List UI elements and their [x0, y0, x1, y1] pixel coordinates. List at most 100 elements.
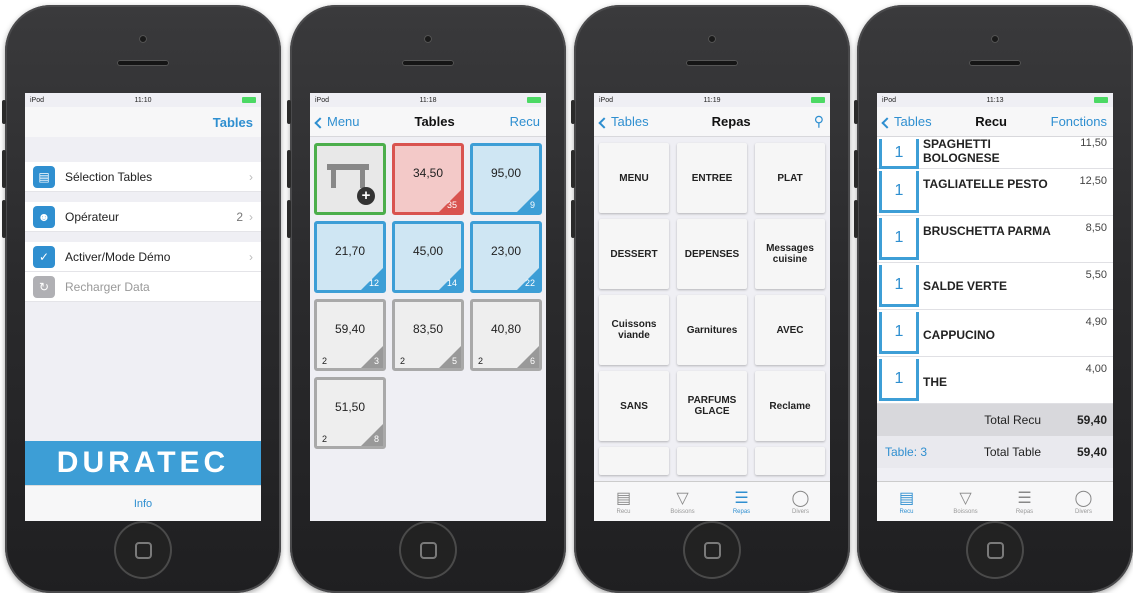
total-recu-row: Total Recu 59,40 — [877, 404, 1113, 436]
receipt-list: 1 SPAGHETTI BOLOGNESE 11,50 1 TAGLIATELL… — [877, 137, 1113, 404]
carrier-label: iPod — [882, 96, 897, 104]
add-table-button[interactable]: + — [314, 143, 386, 215]
category-button[interactable]: ENTREE — [677, 143, 747, 213]
tables-grid: + 34,50 35 95,00 9 21,70 12 45,00 14 23,… — [310, 137, 546, 455]
category-button[interactable] — [755, 447, 825, 475]
battery-icon — [526, 96, 541, 104]
receipt-item[interactable]: 1 TAGLIATELLE PESTO 12,50 — [877, 169, 1113, 216]
earpiece — [686, 60, 738, 66]
tab-recu[interactable]: ▤ Recu — [877, 482, 936, 521]
home-button[interactable] — [114, 521, 172, 579]
table-tile[interactable]: 51,50 2 8 — [314, 377, 386, 449]
category-button[interactable]: PLAT — [755, 143, 825, 213]
phone-4: iPod 11:13 Tables Recu Fonctions 1 SPAGH… — [854, 5, 1133, 593]
back-button[interactable]: Tables — [598, 114, 649, 129]
back-label: Menu — [327, 114, 360, 129]
category-button[interactable]: SANS — [599, 371, 669, 441]
phone-2: iPod 11:18 Menu Tables Recu + 34,50 35 9… — [287, 5, 566, 593]
nav-bar: Menu Tables Recu — [310, 107, 546, 137]
tab-label: Boissons — [670, 508, 695, 515]
receipt-item[interactable]: 1 CAPPUCINO 4,90 — [877, 310, 1113, 357]
receipt-icon: ▤ — [615, 489, 632, 507]
nav-bar: Tables Repas ⚲ — [594, 107, 830, 137]
chevron-right-icon: › — [249, 169, 253, 184]
row-mode-demo[interactable]: ✓ Activer/Mode Démo › — [25, 242, 261, 272]
table-tile[interactable]: 95,00 9 — [470, 143, 542, 215]
tab-recu[interactable]: ▤ Recu — [594, 482, 653, 521]
tab-repas[interactable]: ☰ Repas — [995, 482, 1054, 521]
battery-icon — [241, 96, 256, 104]
item-name: THE — [923, 375, 947, 389]
item-price: 8,50 — [1085, 222, 1107, 234]
clock: 11:19 — [703, 96, 721, 104]
receipt-item[interactable]: 1 SALDE VERTE 5,50 — [877, 263, 1113, 310]
item-name: TAGLIATELLE PESTO — [923, 177, 1048, 191]
category-button[interactable]: AVEC — [755, 295, 825, 365]
category-button[interactable]: DEPENSES — [677, 219, 747, 289]
category-button[interactable]: Reclame — [755, 371, 825, 441]
home-button[interactable] — [966, 521, 1024, 579]
back-button[interactable]: Menu — [314, 114, 360, 129]
category-button[interactable]: Cuissons viande — [599, 295, 669, 365]
table-tile[interactable]: 45,00 14 — [392, 221, 464, 293]
row-operateur[interactable]: ☻ Opérateur 2 › — [25, 202, 261, 232]
recu-button[interactable]: Recu — [510, 114, 540, 129]
table-amount: 40,80 — [490, 322, 522, 336]
category-button[interactable]: PARFUMS GLACE — [677, 371, 747, 441]
glass-icon: ▽ — [959, 489, 972, 507]
item-quantity: 1 — [879, 139, 919, 169]
table-amount: 83,50 — [412, 322, 444, 336]
table-number: 14 — [446, 278, 457, 288]
volume-up-button — [2, 150, 6, 188]
category-button[interactable]: Messages cuisine — [755, 219, 825, 289]
total-recu-label: Total Recu — [984, 413, 1041, 427]
table-tile[interactable]: 23,00 22 — [470, 221, 542, 293]
tab-boissons[interactable]: ▽ Boissons — [653, 482, 712, 521]
table-number: 5 — [451, 356, 457, 366]
tab-repas[interactable]: ☰ Repas — [712, 482, 771, 521]
home-button[interactable] — [399, 521, 457, 579]
receipt-item[interactable]: 1 BRUSCHETTA PARMA 8,50 — [877, 216, 1113, 263]
table-number: 9 — [529, 200, 535, 210]
tab-label: Boissons — [953, 508, 978, 515]
row-label: Recharger Data — [65, 279, 150, 294]
table-number: 3 — [373, 356, 379, 366]
table-tile[interactable]: 59,40 2 3 — [314, 299, 386, 371]
category-button[interactable] — [677, 447, 747, 475]
category-button[interactable]: Garnitures — [677, 295, 747, 365]
volume-up-button — [571, 150, 575, 188]
category-button[interactable] — [599, 447, 669, 475]
row-selection-tables[interactable]: ▤ Sélection Tables › — [25, 162, 261, 192]
tab-divers[interactable]: ◯ Divers — [771, 482, 830, 521]
table-number: 12 — [368, 278, 379, 288]
table-icon: ▤ — [33, 165, 55, 188]
front-camera — [991, 35, 999, 43]
tables-nav-button[interactable]: Tables — [213, 115, 253, 130]
table-tile[interactable]: 83,50 2 5 — [392, 299, 464, 371]
search-icon[interactable]: ⚲ — [814, 113, 824, 130]
back-button[interactable]: Tables — [881, 114, 932, 129]
chevron-right-icon: › — [249, 209, 253, 224]
home-button[interactable] — [683, 521, 741, 579]
row-recharger-data[interactable]: ↻ Recharger Data — [25, 272, 261, 302]
table-tile[interactable]: 34,50 35 — [392, 143, 464, 215]
battery-icon — [1093, 96, 1108, 104]
info-button[interactable]: Info — [25, 485, 261, 521]
clock: 11:18 — [419, 96, 437, 104]
category-button[interactable]: DESSERT — [599, 219, 669, 289]
row-label: Opérateur — [65, 209, 120, 224]
total-recu-value: 59,40 — [1076, 413, 1107, 427]
fonctions-button[interactable]: Fonctions — [1051, 114, 1107, 129]
tab-divers[interactable]: ◯ Divers — [1054, 482, 1113, 521]
cutlery-icon: ☰ — [734, 489, 749, 507]
table-amount: 59,40 — [334, 322, 366, 336]
table-tile[interactable]: 21,70 12 — [314, 221, 386, 293]
front-camera — [139, 35, 147, 43]
table-tile[interactable]: 40,80 2 6 — [470, 299, 542, 371]
receipt-item[interactable]: 1 THE 4,00 — [877, 357, 1113, 404]
item-price: 5,50 — [1085, 269, 1107, 281]
tab-boissons[interactable]: ▽ Boissons — [936, 482, 995, 521]
receipt-item[interactable]: 1 SPAGHETTI BOLOGNESE 11,50 — [877, 137, 1113, 169]
total-table-value: 59,40 — [1076, 445, 1107, 459]
category-button[interactable]: MENU — [599, 143, 669, 213]
